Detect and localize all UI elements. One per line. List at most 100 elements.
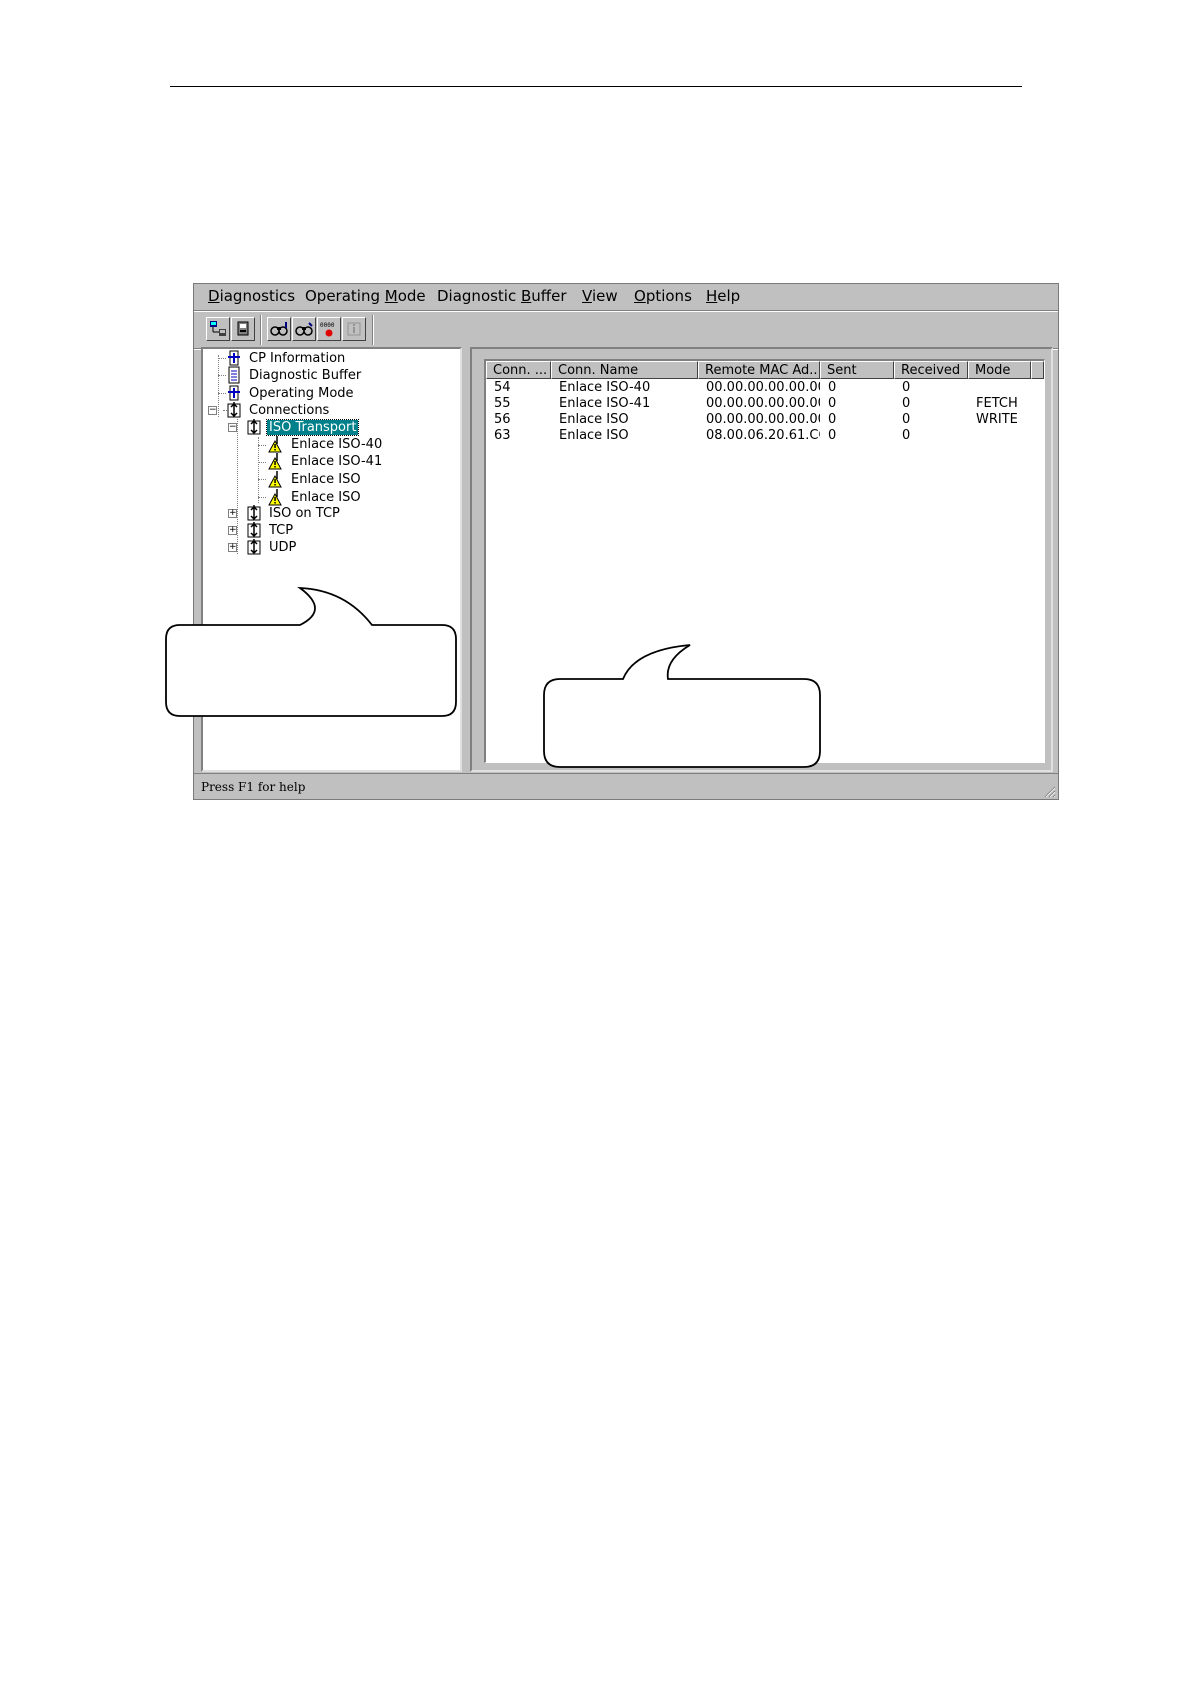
record-label: 0000 (320, 322, 335, 329)
network-node-icon (210, 321, 226, 336)
tree-item-diagnostic-buffer[interactable]: Diagnostic Buffer (225, 366, 363, 384)
table-row[interactable]: 63 Enlace ISO 08.00.06.20.61.CC 0 0 (486, 428, 1044, 444)
column-header-conn-name[interactable]: Conn. Name (551, 361, 698, 379)
monitor-stop-button[interactable] (292, 317, 316, 341)
cell-conn-name: Enlace ISO (559, 412, 629, 427)
cell-received: 0 (902, 380, 911, 395)
menu-diagnostic-buffer[interactable]: Diagnostic Buffer (437, 287, 567, 305)
iso-transport-expander[interactable]: − (228, 423, 237, 432)
table-row[interactable]: 54 Enlace ISO-40 00.00.00.00.00.00 0 0 (486, 380, 1044, 396)
cell-mode: FETCH (976, 396, 1018, 411)
cell-sent: 0 (828, 412, 837, 427)
cell-received: 0 (902, 396, 911, 411)
tree-item-label: Enlace ISO-41 (291, 453, 383, 469)
connections-list[interactable]: Conn. ... Conn. Name Remote MAC Ad... Se… (484, 359, 1045, 763)
cell-received: 0 (902, 412, 911, 427)
cell-conn-name: Enlace ISO (559, 428, 629, 443)
connection-icon (247, 539, 261, 555)
callout-overlay (165, 586, 821, 768)
tree-item-iso-on-tcp[interactable]: ISO on TCP (245, 504, 342, 522)
menu-separator (194, 310, 1058, 312)
tree-item-label: UDP (269, 539, 297, 555)
menu-accel: H (706, 287, 718, 305)
udp-expander[interactable]: + (228, 543, 237, 552)
warning-icon (268, 471, 282, 488)
tree-connector (258, 479, 266, 480)
cp-info-icon (228, 350, 240, 366)
menu-accel: B (521, 287, 532, 305)
menu-view[interactable]: View (582, 287, 618, 305)
tree-item-label: Enlace ISO (291, 471, 361, 487)
buffer-icon (228, 366, 240, 384)
tree-item-label: TCP (269, 522, 294, 538)
connection-icon (247, 419, 261, 435)
toolbar-divider (372, 315, 374, 345)
tree-item-cp-information[interactable]: CP Information (225, 349, 347, 367)
resize-grip-icon[interactable] (1042, 784, 1056, 798)
network-node-button[interactable] (206, 317, 230, 341)
connection-icon (247, 522, 261, 538)
tree-item-enlace-iso-40[interactable]: Enlace ISO-40 (267, 435, 384, 453)
navigation-tree[interactable]: − − + + + CP Information Diagnostic Buff… (201, 347, 462, 772)
cell-mode (968, 380, 1031, 396)
tree-item-operating-mode[interactable]: Operating Mode (225, 384, 356, 402)
tree-item-label: Enlace ISO-40 (291, 436, 383, 452)
cell-mode: WRITE (976, 412, 1018, 427)
tree-item-tcp[interactable]: TCP (245, 521, 295, 539)
tree-connector (258, 462, 266, 463)
tree-item-udp[interactable]: UDP (245, 538, 298, 556)
tree-connector (258, 445, 266, 446)
tree-connector (258, 497, 266, 498)
menu-diagnostics[interactable]: Diagnostics (208, 287, 295, 305)
cell-sent: 0 (828, 428, 837, 443)
menu-help[interactable]: Help (706, 287, 740, 305)
column-header-conn-id[interactable]: Conn. ... (486, 361, 551, 379)
tree-item-label: ISO on TCP (269, 505, 340, 521)
tcp-expander[interactable]: + (228, 526, 237, 535)
warning-icon (268, 436, 282, 453)
cell-remote-mac: 00.00.00.00.00.00 (706, 380, 820, 395)
detail-frame: Conn. ... Conn. Name Remote MAC Ad... Se… (470, 347, 1053, 772)
tree-item-label: Enlace ISO (291, 489, 361, 505)
menu-text: elp (717, 287, 741, 305)
column-header-sent[interactable]: Sent (820, 361, 894, 379)
tree-item-enlace-iso-41[interactable]: Enlace ISO-41 (267, 452, 384, 470)
monitor-button[interactable] (267, 317, 291, 341)
cell-conn-id: 55 (494, 396, 511, 411)
list-header: Conn. ... Conn. Name Remote MAC Ad... Se… (486, 361, 1044, 379)
info-button[interactable] (342, 317, 366, 341)
module-icon (237, 321, 249, 336)
menu-accel: O (634, 287, 646, 305)
menu-accel: D (208, 287, 220, 305)
iso-on-tcp-expander[interactable]: + (228, 509, 237, 518)
menu-text: ode (397, 287, 426, 305)
tree-item-enlace-iso[interactable]: Enlace ISO (267, 470, 363, 488)
table-row[interactable]: 55 Enlace ISO-41 00.00.00.00.00.00 0 0 F… (486, 396, 1044, 412)
menu-accel: M (384, 287, 398, 305)
cell-conn-id: 63 (494, 428, 511, 443)
table-row[interactable]: 56 Enlace ISO 00.00.00.00.00.00 0 0 WRIT… (486, 412, 1044, 428)
pane-splitter[interactable] (462, 347, 470, 772)
binoculars-icon (295, 322, 313, 336)
menu-accel: V (582, 287, 592, 305)
tree-item-iso-transport[interactable]: ISO Transport (245, 418, 360, 436)
tree-item-connections[interactable]: Connections (225, 401, 331, 419)
record-button[interactable]: 0000 (317, 317, 341, 341)
cell-conn-id: 56 (494, 412, 511, 427)
module-button[interactable] (231, 317, 255, 341)
column-header-filler (1031, 361, 1044, 379)
menu-text: Diagnostic (437, 287, 521, 305)
menu-options[interactable]: Options (634, 287, 692, 305)
binoculars-icon (270, 322, 288, 336)
tree-connector (258, 437, 259, 503)
column-header-received[interactable]: Received (894, 361, 968, 379)
tree-connector (218, 355, 219, 417)
column-header-remote-mac[interactable]: Remote MAC Ad... (698, 361, 820, 379)
connections-expander[interactable]: − (208, 406, 217, 415)
tree-connector (237, 419, 238, 554)
toolbar-divider (260, 315, 262, 345)
info-icon (347, 322, 361, 336)
menu-operating-mode[interactable]: Operating Mode (305, 287, 426, 305)
mode-icon (228, 385, 240, 401)
column-header-mode[interactable]: Mode (968, 361, 1031, 379)
